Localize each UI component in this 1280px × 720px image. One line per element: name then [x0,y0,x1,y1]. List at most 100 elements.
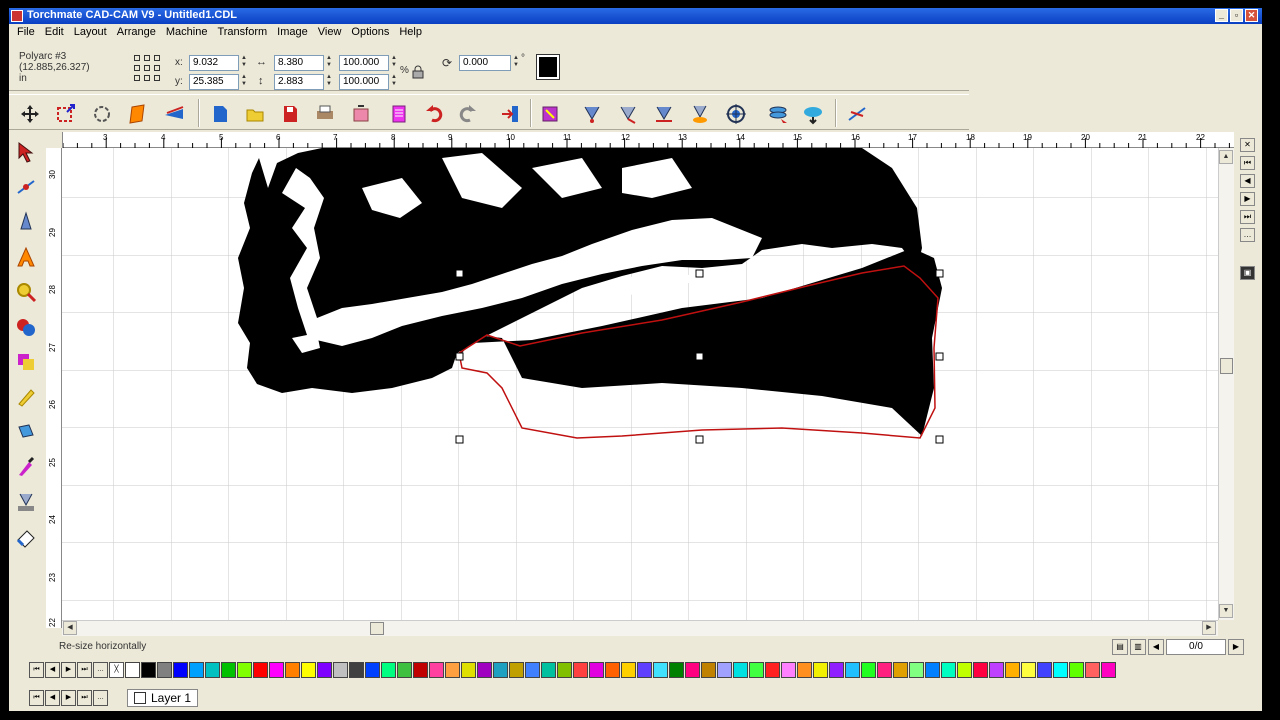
minimize-button[interactable]: _ [1215,9,1228,22]
vertical-scroll-thumb[interactable] [1220,358,1233,374]
menu-options[interactable]: Options [346,25,394,41]
palette-swatch[interactable] [733,662,748,678]
layer-tab[interactable]: Layer 1 [127,689,199,707]
page-next-button[interactable]: ▶ [1228,639,1244,655]
handle-middle-right[interactable] [935,352,944,361]
palette-next-icon[interactable]: ▶ [61,662,76,678]
next-page-icon[interactable]: ▶ [1240,192,1255,206]
first-page-icon[interactable]: ⏮ [1240,156,1255,170]
machine-setup-button[interactable] [537,101,563,127]
palette-swatch[interactable] [253,662,268,678]
layer-visibility-checkbox[interactable] [134,692,146,704]
palette-swatch[interactable] [1053,662,1068,678]
move-tool-button[interactable] [17,101,43,127]
eraser-tool-icon[interactable] [13,523,39,551]
zoom-tool-icon[interactable] [13,278,39,306]
palette-swatch[interactable] [557,662,572,678]
no-fill-swatch[interactable]: ╳ [109,662,124,678]
palette-swatch[interactable] [525,662,540,678]
scale-height-field[interactable]: 100.000 [339,74,389,90]
node-edit-icon[interactable] [13,173,39,201]
height-field[interactable]: 2.883 [274,74,324,90]
send-to-machine-button[interactable] [498,101,524,127]
drawing-canvas[interactable] [62,148,1218,620]
palette-swatch[interactable] [861,662,876,678]
layer-next-icon[interactable]: ▶ [61,690,76,706]
menu-machine[interactable]: Machine [161,25,213,41]
palette-swatch[interactable] [653,662,668,678]
palette-last-icon[interactable]: ⏭ [77,662,92,678]
width-field[interactable]: 8.380 [274,55,324,71]
height-spinner[interactable]: ▲ ▼ [325,74,333,90]
horizontal-scrollbar[interactable]: ◀ ▶ [62,620,1218,636]
palette-swatch[interactable] [621,662,636,678]
palette-swatch[interactable] [685,662,700,678]
palette-swatch[interactable] [429,662,444,678]
app-icon[interactable] [11,10,23,22]
layer-prev-icon[interactable]: ◀ [45,690,60,706]
page-layout-icon[interactable]: ▥ [1130,639,1146,655]
menu-arrange[interactable]: Arrange [112,25,161,41]
menu-edit[interactable]: Edit [40,25,69,41]
pencil-tool-icon[interactable] [13,383,39,411]
page-view-icon[interactable]: ▤ [1112,639,1128,655]
weld-tool-icon[interactable] [13,348,39,376]
skew-tool-button[interactable] [124,101,150,127]
x-spinner[interactable]: ▲ ▼ [240,55,248,71]
palette-swatch[interactable] [1101,662,1116,678]
palette-swatch[interactable] [637,662,652,678]
palette-swatch[interactable] [845,662,860,678]
scroll-left-icon[interactable]: ◀ [63,621,77,635]
palette-swatch[interactable] [221,662,236,678]
eyedropper-tool-icon[interactable] [13,453,39,481]
palette-prev-icon[interactable]: ◀ [45,662,60,678]
new-file-button[interactable] [207,101,233,127]
palette-swatch[interactable] [829,662,844,678]
y-position-field[interactable]: 25.385 [189,74,239,90]
handle-top-center[interactable] [695,269,704,278]
palette-swatch[interactable] [397,662,412,678]
palette-swatch[interactable] [285,662,300,678]
palette-swatch[interactable] [493,662,508,678]
reference-point-selector[interactable] [134,55,162,83]
palette-swatch[interactable] [1037,662,1052,678]
menu-file[interactable]: File [12,25,40,41]
palette-swatch[interactable] [925,662,940,678]
palette-swatch[interactable] [301,662,316,678]
scale-tool-button[interactable] [53,101,79,127]
scale-width-field[interactable]: 100.000 [339,55,389,71]
import-button[interactable] [348,101,374,127]
scroll-up-icon[interactable]: ▲ [1219,150,1233,164]
menu-image[interactable]: Image [272,25,313,41]
scroll-down-icon[interactable]: ▼ [1219,604,1233,618]
palette-swatch[interactable] [989,662,1004,678]
palette-swatch[interactable] [589,662,604,678]
palette-swatch[interactable] [205,662,220,678]
palette-swatch[interactable] [125,662,140,678]
menu-view[interactable]: View [313,25,347,41]
kerf-button[interactable] [687,101,713,127]
menu-help[interactable]: Help [394,25,427,41]
palette-swatch[interactable] [269,662,284,678]
palette-swatch[interactable] [973,662,988,678]
palette-swatch[interactable] [317,662,332,678]
menu-transform[interactable]: Transform [212,25,272,41]
page-prev-button[interactable]: ◀ [1148,639,1164,655]
scale-width-spinner[interactable]: ▲ ▼ [390,55,398,71]
palette-swatch[interactable] [141,662,156,678]
palette-swatch[interactable] [189,662,204,678]
palette-first-icon[interactable]: ⏮ [29,662,44,678]
select-arrow-icon[interactable] [13,138,39,166]
palette-swatch[interactable] [1021,662,1036,678]
handle-top-right[interactable] [935,269,944,278]
palette-swatch[interactable] [365,662,380,678]
pierce-button[interactable] [651,101,677,127]
cut-tool-icon[interactable] [13,488,39,516]
pen-tool-icon[interactable] [13,208,39,236]
rotation-spinner[interactable]: ▲ ▼ [512,55,520,71]
save-file-button[interactable] [277,101,303,127]
handle-top-left[interactable] [455,269,464,278]
palette-swatch[interactable] [509,662,524,678]
palette-swatch[interactable] [909,662,924,678]
handle-middle-left[interactable] [455,352,464,361]
